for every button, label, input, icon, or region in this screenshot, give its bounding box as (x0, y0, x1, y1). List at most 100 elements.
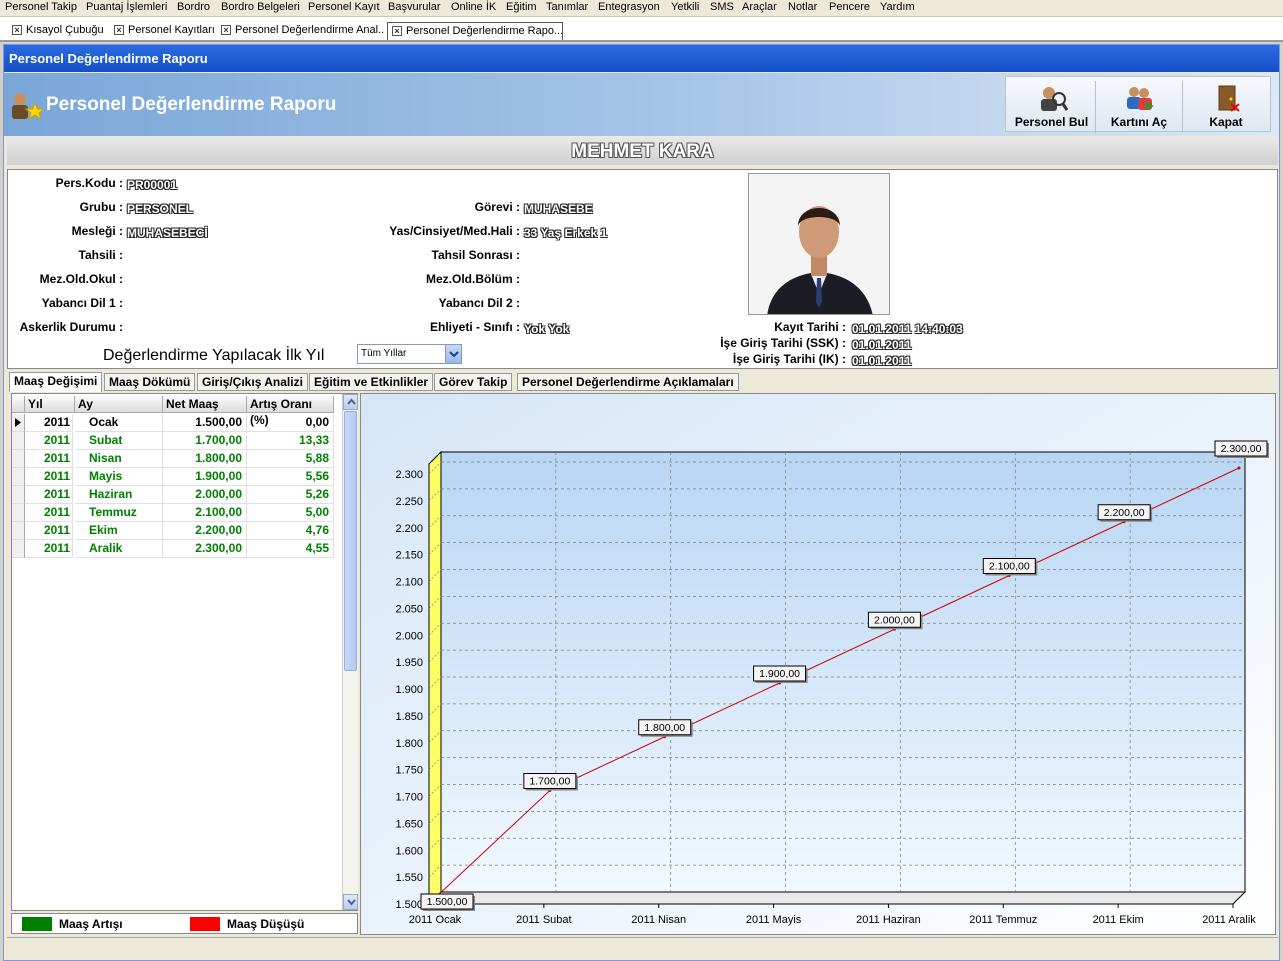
column-header-artis-orani[interactable]: Artış Oranı (%) (247, 396, 334, 427)
close-icon[interactable]: × (392, 26, 402, 36)
data-label: 1.800,00 (644, 722, 685, 734)
menu-item-11[interactable]: SMS (710, 1, 734, 13)
table-cell: Ekim (75, 522, 163, 540)
table-row[interactable]: 2011 Subat 1.700,00 13,33 (12, 432, 334, 450)
scroll-up-button[interactable] (343, 394, 358, 410)
menu-item-1[interactable]: Puantaj İşlemleri (86, 1, 167, 13)
tab-maas-dokumu[interactable]: Maaş Dökümü (104, 373, 196, 391)
tab-gorev-takip[interactable]: Görev Takip (434, 373, 513, 391)
eval-year-select[interactable]: Tüm Yıllar (357, 344, 462, 364)
menu-item-9[interactable]: Entegrasyon (598, 1, 660, 13)
table-cell: 1.500,00 (163, 414, 247, 432)
table-cell: 4,55 (247, 540, 334, 558)
column-header-yil[interactable]: Yıl (25, 396, 75, 413)
table-cell: Subat (75, 432, 163, 450)
data-label: 2.000,00 (874, 614, 915, 626)
scroll-thumb[interactable] (344, 411, 357, 671)
doc-tab-degerlendirme-analiz[interactable]: × Personel Değerlendirme Anal... (217, 22, 385, 40)
ise-giris-ik-label: İşe Giriş Tarihi (IK) : (732, 352, 846, 366)
data-point (1237, 466, 1241, 470)
tab-maas-degisimi[interactable]: Maaş Değişimi (9, 372, 103, 392)
personel-bul-button[interactable]: Personel Bul (1008, 81, 1095, 133)
tab-degerlendirme-aciklamalari[interactable]: Personel Değerlendirme Açıklamaları (517, 373, 739, 391)
table-cell: 2.200,00 (163, 522, 247, 540)
doc-tab-kisayol[interactable]: × Kısayol Çubuğu (8, 22, 108, 40)
pers-kodu-value: PR00001 (127, 178, 178, 192)
close-icon[interactable]: × (12, 25, 22, 35)
menu-item-13[interactable]: Notlar (788, 1, 817, 13)
status-bar (7, 937, 1278, 959)
salary-chart: 1.500 1.550 1.600 1.650 1.700 1.750 1.800 1.850… (360, 393, 1276, 935)
menu-item-4[interactable]: Personel Kayıt (308, 1, 380, 13)
employee-name: MEHMET KARA (7, 138, 1278, 165)
table-cell: Aralik (75, 540, 163, 558)
data-label: 2.300,00 (1221, 443, 1262, 455)
y-tick-label: 1.800 (395, 738, 423, 750)
table-cell: 2011 (25, 486, 73, 504)
menu-item-3[interactable]: Bordro Belgeleri (221, 1, 300, 13)
table-cell: 2.300,00 (163, 540, 247, 558)
header-title: Personel Değerlendirme Raporu (46, 94, 337, 115)
scroll-down-button[interactable] (343, 894, 358, 910)
row-indicator-header (12, 396, 25, 413)
menu-item-0[interactable]: Personel Takip (5, 1, 77, 13)
y-tick-label: 1.500 (395, 899, 423, 911)
table-cell: 5,56 (247, 468, 334, 486)
menu-item-10[interactable]: Yetkili (671, 1, 699, 13)
column-header-net-maas[interactable]: Net Maaş (163, 396, 247, 413)
close-icon[interactable]: × (114, 25, 124, 35)
tab-egitim-etkinlikler[interactable]: Eğitim ve Etkinlikler (309, 373, 434, 391)
salary-line-chart: 1.500 1.550 1.600 1.650 1.700 1.750 1.800 1.850… (361, 394, 1275, 934)
table-row[interactable]: 2011 Mayis 1.900,00 5,56 (12, 468, 334, 486)
panel-tabs: Maaş Değişimi Maaş Dökümü Giriş/Çıkış An… (7, 372, 1278, 392)
table-cell: 0,00 (247, 414, 334, 432)
table-scrollbar[interactable] (342, 394, 358, 910)
menu-item-8[interactable]: Tanımlar (546, 1, 588, 13)
yabanci-dil1-label: Yabancı Dil 1 : (41, 296, 123, 310)
table-cell: 13,33 (247, 432, 334, 450)
employee-portrait-image (749, 174, 889, 314)
table-row[interactable]: 2011 Nisan 1.800,00 5,88 (12, 450, 334, 468)
report-window: Personel Değerlendirme Raporu Personel D… (3, 44, 1280, 961)
table-cell: 5,88 (247, 450, 334, 468)
table-row[interactable]: 2011 Aralik 2.300,00 4,55 (12, 540, 334, 558)
table-row[interactable]: 2011 Ocak 1.500,00 0,00 (12, 414, 334, 432)
data-label: 2.100,00 (989, 561, 1030, 573)
tab-giris-cikis-analizi[interactable]: Giriş/Çıkış Analizi (197, 373, 308, 391)
eval-year-label: Değerlendirme Yapılacak İlk Yıl (103, 347, 325, 364)
kartini-ac-button[interactable]: Kartını Aç (1095, 81, 1182, 133)
y-tick-label: 2.100 (395, 577, 423, 589)
row-indicator (12, 540, 25, 558)
menu-item-15[interactable]: Yardım (880, 1, 915, 13)
menu-item-5[interactable]: Başvurular (388, 1, 441, 13)
y-tick-label: 1.850 (395, 711, 423, 723)
window-title: Personel Değerlendirme Raporu (4, 45, 1279, 72)
menu-item-12[interactable]: Araçlar (742, 1, 777, 13)
doc-tab-personel-kayitlari[interactable]: × Personel Kayıtları (110, 22, 215, 40)
table-row[interactable]: 2011 Haziran 2.000,00 5,26 (12, 486, 334, 504)
increase-color-swatch (22, 917, 52, 931)
tahsil-sonrasi-label: Tahsil Sonrası : (431, 248, 520, 262)
chevron-down-icon[interactable] (445, 345, 461, 363)
kapat-button[interactable]: Kapat (1182, 81, 1269, 133)
menu-item-14[interactable]: Pencere (829, 1, 870, 13)
menu-item-7[interactable]: Eğitim (506, 1, 537, 13)
y-tick-label: 2.250 (395, 496, 423, 508)
doc-tab-degerlendirme-rapor[interactable]: × Personel Değerlendirme Rapo... (387, 22, 563, 40)
gorevi-value: MUHASEBE (524, 202, 593, 216)
menu-item-2[interactable]: Bordro (177, 1, 210, 13)
kayit-tarihi-value: 01.01.2011 14:40:03 (852, 322, 963, 336)
employee-photo (748, 173, 890, 315)
table-row[interactable]: 2011 Temmuz 2.100,00 5,00 (12, 504, 334, 522)
x-tick-label: 2011 Nisan (631, 914, 686, 926)
x-tick-label: 2011 Aralik (1202, 914, 1256, 926)
table-cell: 2011 (25, 522, 73, 540)
employee-info-panel: Pers.Kodu : PR00001 Grubu : PERSONEL Mes… (7, 169, 1278, 369)
grubu-value: PERSONEL (127, 202, 194, 216)
close-icon[interactable]: × (221, 25, 231, 35)
table-row[interactable]: 2011 Ekim 2.200,00 4,76 (12, 522, 334, 540)
column-header-ay[interactable]: Ay (75, 396, 163, 413)
row-indicator (12, 486, 25, 504)
y-tick-label: 1.900 (395, 684, 423, 696)
menu-item-6[interactable]: Online İK (451, 1, 496, 13)
